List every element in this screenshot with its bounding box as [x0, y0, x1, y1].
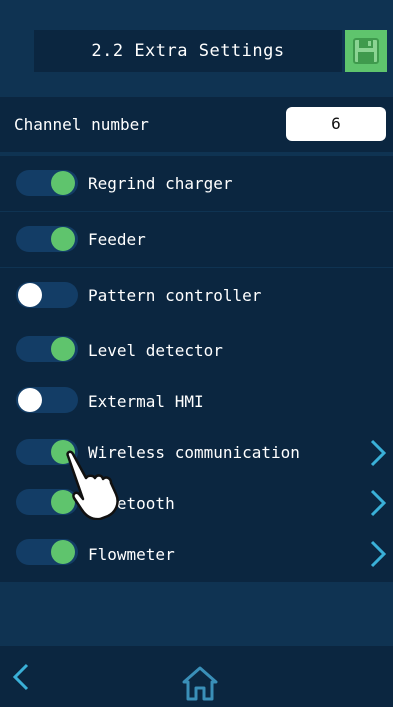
floppy-disk-icon	[353, 38, 379, 64]
list-item-pattern-controller[interactable]: Pattern controller	[0, 268, 393, 323]
list-item-wireless-communication[interactable]: Wireless communication	[0, 425, 393, 480]
home-icon[interactable]	[181, 664, 219, 702]
list-item-level-detector[interactable]: Level detector	[0, 323, 393, 378]
external-hmi-toggle[interactable]	[16, 387, 78, 413]
list-item-bluetooth[interactable]: Bluetooth	[0, 476, 393, 531]
list-item-feeder[interactable]: Feeder	[0, 212, 393, 267]
toggle-knob	[51, 540, 75, 564]
bottom-bar	[0, 646, 393, 707]
item-label: Level detector	[88, 341, 223, 360]
toggle-knob	[18, 388, 42, 412]
feeder-toggle[interactable]	[16, 226, 78, 252]
back-button[interactable]	[10, 662, 32, 692]
list-item-regrind-charger[interactable]: Regrind charger	[0, 156, 393, 211]
header: 2.2 Extra Settings	[0, 0, 393, 95]
item-label: Pattern controller	[88, 286, 262, 305]
save-button[interactable]	[345, 30, 387, 72]
item-label: Feeder	[88, 230, 146, 249]
pattern-controller-toggle[interactable]	[16, 282, 78, 308]
channel-number-row: Channel number 6	[0, 97, 393, 152]
item-label: Flowmeter	[88, 545, 175, 564]
list-item-flowmeter[interactable]: Flowmeter	[0, 527, 393, 582]
toggle-knob	[18, 283, 42, 307]
page-title: 2.2 Extra Settings	[34, 30, 342, 72]
tap-hand-icon	[66, 450, 119, 520]
toggle-knob	[51, 337, 75, 361]
chevron-right-icon[interactable]	[367, 488, 389, 518]
flowmeter-toggle[interactable]	[16, 539, 78, 565]
regrind-charger-toggle[interactable]	[16, 170, 78, 196]
toggle-knob	[51, 227, 75, 251]
chevron-right-icon[interactable]	[367, 438, 389, 468]
level-detector-toggle[interactable]	[16, 336, 78, 362]
channel-number-input[interactable]: 6	[286, 107, 386, 141]
chevron-right-icon[interactable]	[367, 539, 389, 569]
toggle-knob	[51, 171, 75, 195]
list-item-external-hmi[interactable]: Extermal HMI	[0, 374, 393, 429]
item-label: Regrind charger	[88, 174, 233, 193]
item-label: Extermal HMI	[88, 392, 204, 411]
channel-number-label: Channel number	[14, 115, 149, 134]
